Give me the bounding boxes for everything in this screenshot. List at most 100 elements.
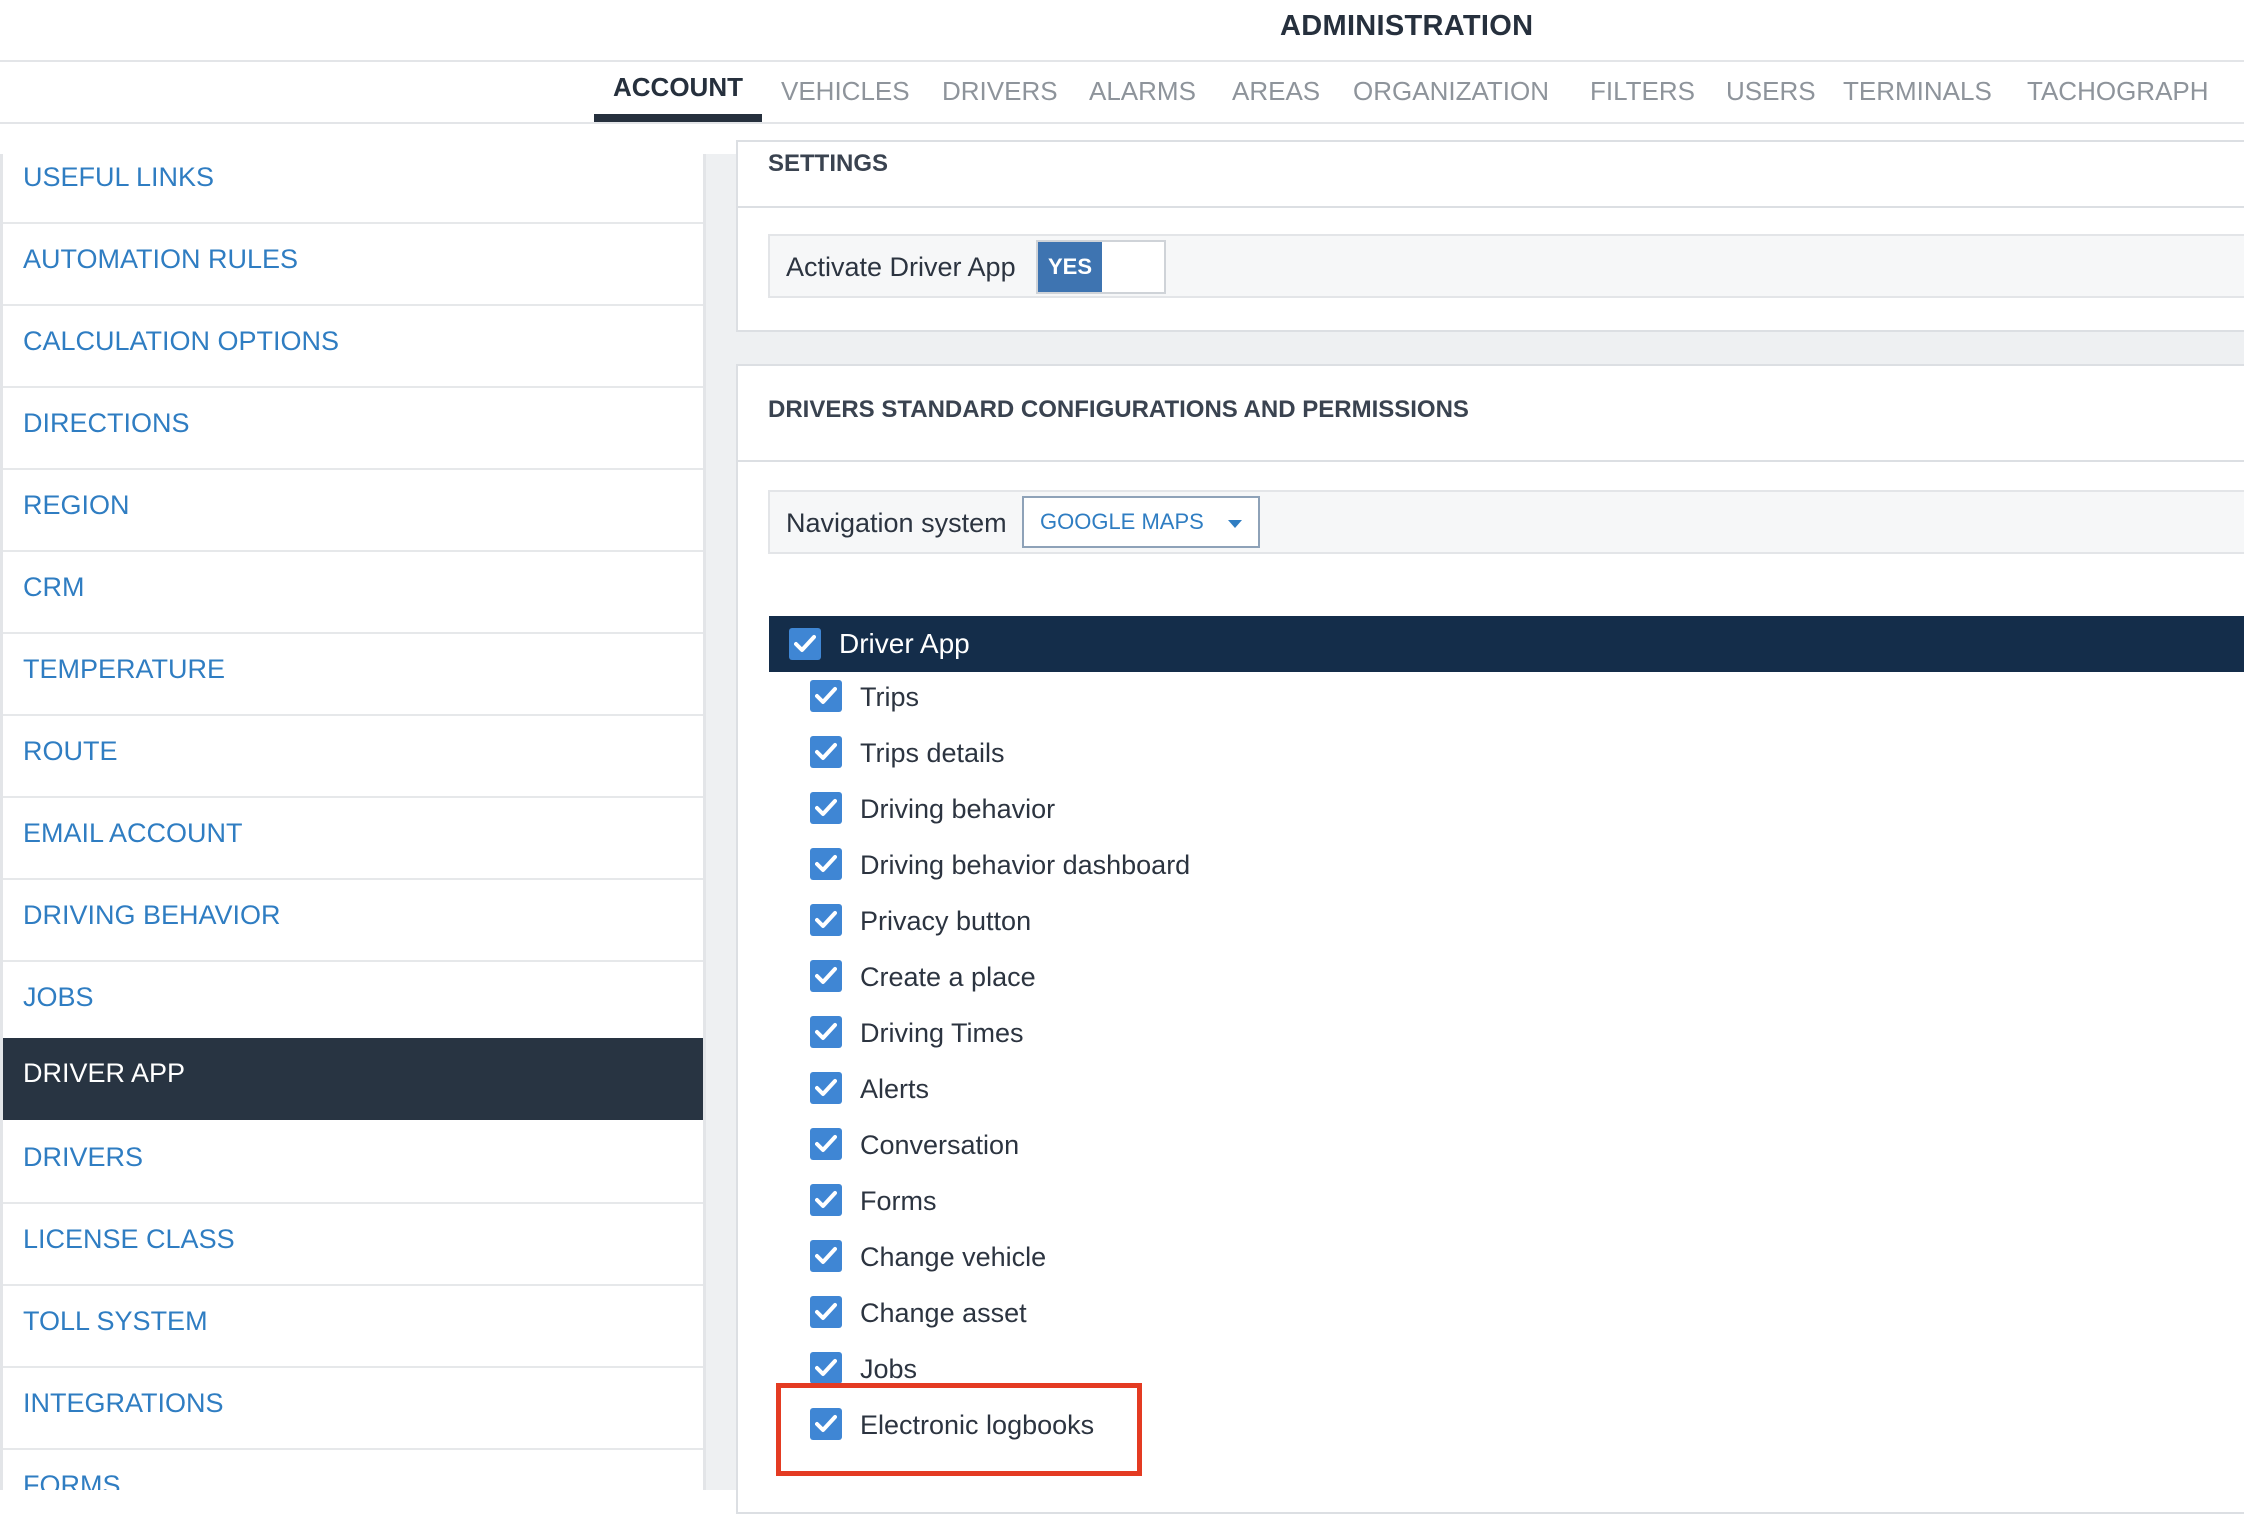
sidebar-item-route[interactable]: ROUTE (3, 716, 703, 798)
tab-tachograph[interactable]: TACHOGRAPH (2027, 76, 2209, 107)
sidebar-item-label: DIRECTIONS (23, 408, 190, 438)
sidebar-item-integrations[interactable]: INTEGRATIONS (3, 1368, 703, 1450)
permission-label: Driving Times (860, 1018, 1024, 1048)
activate-driver-app-toggle[interactable]: YES (1036, 240, 1166, 294)
settings-panel-header: SETTINGS (738, 142, 2244, 208)
checkbox[interactable] (810, 904, 842, 936)
sidebar-item-driving-behavior[interactable]: DRIVING BEHAVIOR (3, 880, 703, 962)
sidebar-item-label: EMAIL ACCOUNT (23, 818, 243, 848)
sidebar-item-directions[interactable]: DIRECTIONS (3, 388, 703, 470)
checkmark-icon (815, 1135, 837, 1152)
tab-filters[interactable]: FILTERS (1590, 76, 1695, 107)
checkbox-driver-app[interactable] (789, 628, 821, 660)
activate-driver-app-label: Activate Driver App (786, 252, 1016, 282)
checkmark-icon (815, 1023, 837, 1040)
tab-users[interactable]: USERS (1726, 76, 1816, 107)
drivers-config-title: DRIVERS STANDARD CONFIGURATIONS AND PERM… (768, 396, 1469, 423)
checkmark-icon (815, 1359, 837, 1376)
driver-app-group-label: Driver App (839, 628, 970, 659)
settings-title: SETTINGS (768, 150, 889, 177)
tab-terminals[interactable]: TERMINALS (1843, 76, 1992, 107)
permission-label: Forms (860, 1186, 937, 1216)
checkbox[interactable] (810, 1072, 842, 1104)
checkbox[interactable] (810, 1128, 842, 1160)
sidebar-item-label: FORMS (23, 1470, 121, 1490)
sidebar-item-label: REGION (23, 490, 130, 520)
checkbox[interactable] (810, 848, 842, 880)
page-title: ADMINISTRATION (1280, 10, 1534, 42)
sidebar-item-driver-app[interactable]: DRIVER APP (3, 1038, 703, 1120)
permission-label: Trips (860, 682, 919, 712)
sidebar-item-label: INTEGRATIONS (23, 1388, 224, 1418)
tab-drivers[interactable]: DRIVERS (942, 76, 1058, 107)
tab-vehicles[interactable]: VEHICLES (781, 76, 910, 107)
settings-panel: SETTINGS Activate Driver App (736, 140, 2244, 332)
sidebar-item-jobs[interactable]: JOBS (3, 962, 703, 1044)
checkbox[interactable] (810, 960, 842, 992)
sidebar-item-label: LICENSE CLASS (23, 1224, 235, 1254)
navigation-system-row: Navigation system (768, 490, 2244, 554)
permission-label: Privacy button (860, 906, 1032, 936)
checkmark-icon (815, 1079, 837, 1096)
navigation-system-value: GOOGLE MAPS (1040, 509, 1204, 534)
sidebar-item-email-account[interactable]: EMAIL ACCOUNT (3, 798, 703, 880)
permission-label: Change asset (860, 1298, 1027, 1328)
permission-label: Driving behavior dashboard (860, 850, 1191, 880)
checkmark-icon (815, 967, 837, 984)
sidebar-item-temperature[interactable]: TEMPERATURE (3, 634, 703, 716)
toggle-yes-state: YES (1038, 242, 1102, 292)
sidebar-item-toll-system[interactable]: TOLL SYSTEM (3, 1286, 703, 1368)
sidebar-item-label: USEFUL LINKS (23, 162, 215, 192)
checkmark-icon (815, 1303, 837, 1320)
header: ADMINISTRATION (0, 0, 2244, 62)
checkbox[interactable] (810, 792, 842, 824)
caret-down-icon (1228, 520, 1242, 528)
checkmark-icon (815, 687, 837, 704)
tab-bar: ACCOUNT VEHICLES DRIVERS ALARMS AREAS OR… (0, 62, 2244, 124)
permission-label: Driving behavior (860, 794, 1056, 824)
sidebar-item-forms[interactable]: FORMS (3, 1450, 703, 1490)
sidebar-item-useful-links[interactable]: USEFUL LINKS (3, 154, 703, 224)
permission-label: Jobs (860, 1354, 918, 1384)
checkmark-icon (815, 799, 837, 816)
checkbox[interactable] (810, 1296, 842, 1328)
checkmark-icon (815, 911, 837, 928)
checkbox[interactable] (810, 1352, 842, 1384)
tab-organization[interactable]: ORGANIZATION (1353, 76, 1549, 107)
checkmark-icon (794, 635, 816, 652)
sidebar-item-automation-rules[interactable]: AUTOMATION RULES (3, 224, 703, 306)
checkmark-icon (815, 855, 837, 872)
sidebar-item-label: TOLL SYSTEM (23, 1306, 208, 1336)
sidebar-item-drivers[interactable]: DRIVERS (3, 1122, 703, 1204)
sidebar: USEFUL LINKS AUTOMATION RULES CALCULATIO… (0, 154, 706, 1490)
sidebar-item-license-class[interactable]: LICENSE CLASS (3, 1204, 703, 1286)
checkbox[interactable] (810, 1184, 842, 1216)
checkbox[interactable] (810, 1016, 842, 1048)
sidebar-item-label: TEMPERATURE (23, 654, 226, 684)
checkbox[interactable] (810, 680, 842, 712)
gutter (706, 154, 736, 1490)
sidebar-item-label: DRIVERS (23, 1142, 144, 1172)
checkbox[interactable] (810, 1240, 842, 1272)
sidebar-item-label: CALCULATION OPTIONS (23, 326, 340, 356)
sidebar-item-crm[interactable]: CRM (3, 552, 703, 634)
checkbox[interactable] (810, 736, 842, 768)
tab-areas[interactable]: AREAS (1232, 76, 1320, 107)
drivers-config-panel: DRIVERS STANDARD CONFIGURATIONS AND PERM… (736, 364, 2244, 1514)
checkmark-icon (815, 743, 837, 760)
sidebar-item-calculation-options[interactable]: CALCULATION OPTIONS (3, 306, 703, 388)
sidebar-item-region[interactable]: REGION (3, 470, 703, 552)
driver-app-group: Driver App (769, 616, 2244, 672)
permission-label: Change vehicle (860, 1242, 1047, 1272)
sidebar-item-label: ROUTE (23, 736, 118, 766)
navigation-system-select[interactable]: GOOGLE MAPS (1022, 496, 1260, 548)
checkmark-icon (815, 1247, 837, 1264)
activate-driver-app-row: Activate Driver App (768, 234, 2244, 298)
sidebar-item-label: DRIVER APP (23, 1058, 186, 1088)
sidebar-item-label: JOBS (23, 982, 94, 1012)
permission-label: Alerts (860, 1074, 930, 1104)
tab-alarms[interactable]: ALARMS (1089, 76, 1196, 107)
active-tab-indicator (594, 114, 762, 122)
tab-account[interactable]: ACCOUNT (613, 72, 743, 103)
sidebar-item-label: AUTOMATION RULES (23, 244, 299, 274)
